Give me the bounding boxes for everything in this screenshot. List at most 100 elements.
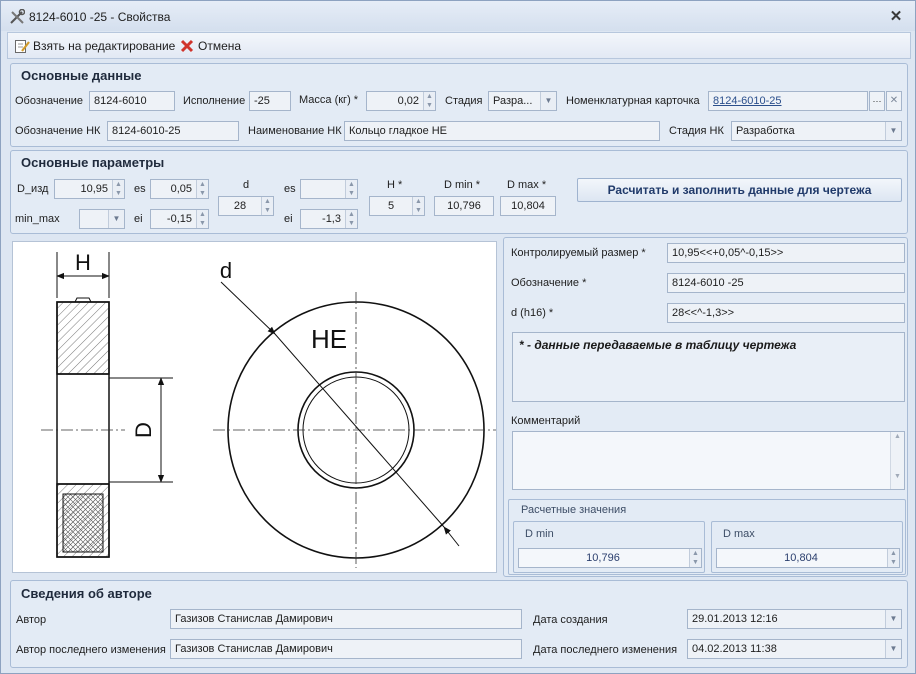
nk-stage-label: Стадия НК	[669, 125, 724, 137]
cancel-button[interactable]: Отмена	[179, 37, 241, 55]
last-author-field[interactable]: Газизов Станислав Дамирович	[170, 639, 522, 659]
modified-dropdown[interactable]: 04.02.2013 11:38 ▼	[687, 639, 902, 659]
d-param-value: 28	[233, 200, 247, 212]
stage-dropdown[interactable]: Разра... ▼	[488, 91, 557, 111]
ei-field[interactable]: -0,15 ▲ ▼	[150, 209, 209, 229]
es-upper-field[interactable]: ▲ ▼	[300, 179, 358, 199]
es-value: 0,05	[170, 183, 192, 195]
nk-designation-label: Обозначение НК	[15, 125, 101, 137]
comment-field[interactable]: ▲ ▼	[512, 431, 905, 490]
technical-drawing: H D d НЕ	[12, 241, 499, 573]
dmin-param-field[interactable]: 10,796	[434, 196, 494, 216]
dmin-calc-field[interactable]: 10,796 ▲ ▼	[518, 548, 702, 568]
chevron-down-icon[interactable]: ▼	[108, 210, 124, 228]
main-data-title: Основные данные	[21, 68, 142, 83]
h-param-label: H *	[387, 179, 403, 191]
drawing-designation-label: Обозначение *	[511, 277, 587, 289]
h-param-field[interactable]: 5 ▲ ▼	[369, 196, 425, 216]
controlled-size-label: Контролируемый размер *	[511, 247, 646, 259]
take-for-edit-button[interactable]: Взять на редактирование	[14, 37, 175, 55]
d-small-dim-label: d	[220, 258, 232, 283]
ei-spinner[interactable]: ▲ ▼	[196, 210, 208, 228]
chevron-down-icon[interactable]: ▼	[885, 122, 901, 140]
nomenclature-label: Номенклатурная карточка	[566, 95, 700, 107]
note-text: * - данные передаваемые в таблицу чертеж…	[519, 338, 797, 352]
es-upper-spinner[interactable]: ▲ ▼	[345, 180, 357, 198]
execution-label: Исполнение	[183, 95, 246, 107]
modified-label: Дата последнего изменения	[533, 644, 678, 656]
chevron-down-icon[interactable]: ▼	[885, 640, 901, 658]
dmax-calc-spinner[interactable]: ▲ ▼	[887, 549, 899, 567]
nk-stage-dropdown[interactable]: Разработка ▼	[731, 121, 902, 141]
comment-scrollbar[interactable]: ▲ ▼	[890, 432, 904, 489]
d-param-spinner[interactable]: ▲ ▼	[261, 197, 273, 215]
calc-values-title: Расчетные значения	[521, 504, 627, 516]
ei-upper-value: -1,3	[322, 213, 341, 225]
d-big-dim-label: D	[131, 422, 156, 438]
stage-value: Разра...	[493, 95, 533, 107]
mass-spinner[interactable]: ▲ ▼	[423, 92, 435, 110]
modified-value: 04.02.2013 11:38	[692, 643, 777, 655]
h-param-spinner[interactable]: ▲ ▼	[412, 197, 424, 215]
mass-value: 0,02	[397, 95, 419, 107]
nk-name-field[interactable]: Кольцо гладкое НЕ	[344, 121, 660, 141]
dmax-calc-value: 10,804	[784, 552, 818, 564]
author-title: Сведения об авторе	[21, 586, 152, 601]
main-data-panel: Основные данные Обозначение 8124-6010 Ис…	[10, 63, 908, 147]
execution-field[interactable]: -25	[249, 91, 291, 111]
d-izd-label: D_изд	[17, 183, 49, 195]
last-author-label: Автор последнего изменения	[16, 644, 166, 656]
nomenclature-browse-button[interactable]: ···	[869, 91, 885, 111]
d-param-label: d	[243, 179, 250, 191]
ei-label: ei	[134, 213, 143, 225]
drawing-data-panel: Контролируемый размер * 10,95<<+0,05^-0,…	[503, 237, 908, 577]
mass-label: Масса (кг) *	[299, 94, 359, 106]
he-mark-label: НЕ	[311, 324, 347, 354]
es-label: es	[134, 183, 146, 195]
dmax-calc-group: D max 10,804 ▲ ▼	[711, 521, 903, 573]
created-value: 29.01.2013 12:16	[692, 613, 778, 625]
created-label: Дата создания	[533, 614, 608, 626]
author-panel: Сведения об авторе Автор Газизов Станисл…	[10, 580, 908, 668]
nomenclature-link[interactable]: 8124-6010-25	[713, 95, 782, 107]
chevron-down-icon[interactable]: ▼	[885, 610, 901, 628]
designation-field[interactable]: 8124-6010	[89, 91, 175, 111]
d-izd-value: 10,95	[80, 183, 108, 195]
d-param-field[interactable]: 28 ▲ ▼	[218, 196, 274, 216]
params-title: Основные параметры	[21, 155, 165, 170]
calculate-fill-button[interactable]: Расчитать и заполнить данные для чертежа	[577, 178, 902, 202]
cancel-icon	[180, 39, 194, 53]
nk-name-label: Наименование НК	[248, 125, 342, 137]
dmin-calc-value: 10,796	[586, 552, 620, 564]
nomenclature-field[interactable]: 8124-6010-25	[708, 91, 868, 111]
d-izd-field[interactable]: 10,95 ▲ ▼	[54, 179, 125, 199]
note-box: * - данные передаваемые в таблицу чертеж…	[512, 332, 905, 402]
d-h16-field[interactable]: 28<<^-1,3>>	[667, 303, 905, 323]
d-izd-spinner[interactable]: ▲ ▼	[112, 180, 124, 198]
dmax-calc-head: D max	[723, 528, 755, 540]
chevron-down-icon[interactable]: ▼	[540, 92, 556, 110]
dmax-param-field[interactable]: 10,804	[500, 196, 556, 216]
author-field[interactable]: Газизов Станислав Дамирович	[170, 609, 522, 629]
created-dropdown[interactable]: 29.01.2013 12:16 ▼	[687, 609, 902, 629]
es-field[interactable]: 0,05 ▲ ▼	[150, 179, 209, 199]
tools-icon	[10, 9, 25, 24]
properties-window: 8124-6010 -25 - Свойства ✕ Взять на реда…	[0, 0, 916, 674]
mass-field[interactable]: 0,02 ▲ ▼	[366, 91, 436, 111]
ei-upper-spinner[interactable]: ▲ ▼	[345, 210, 357, 228]
controlled-size-field[interactable]: 10,95<<+0,05^-0,15>>	[667, 243, 905, 263]
close-button[interactable]: ✕	[887, 8, 905, 26]
ei-upper-field[interactable]: -1,3 ▲ ▼	[300, 209, 358, 229]
nk-designation-field[interactable]: 8124-6010-25	[107, 121, 239, 141]
minmax-label: min_max	[15, 213, 60, 225]
es-spinner[interactable]: ▲ ▼	[196, 180, 208, 198]
dmin-param-label: D min *	[444, 179, 481, 191]
author-label: Автор	[16, 614, 47, 626]
dmin-calc-spinner[interactable]: ▲ ▼	[689, 549, 701, 567]
designation-label: Обозначение	[15, 95, 84, 107]
nomenclature-clear-button[interactable]: ✕	[886, 91, 902, 111]
minmax-dropdown[interactable]: ▼	[79, 209, 125, 229]
dmax-calc-field[interactable]: 10,804 ▲ ▼	[716, 548, 900, 568]
drawing-designation-field[interactable]: 8124-6010 -25	[667, 273, 905, 293]
comment-label: Комментарий	[511, 415, 581, 427]
